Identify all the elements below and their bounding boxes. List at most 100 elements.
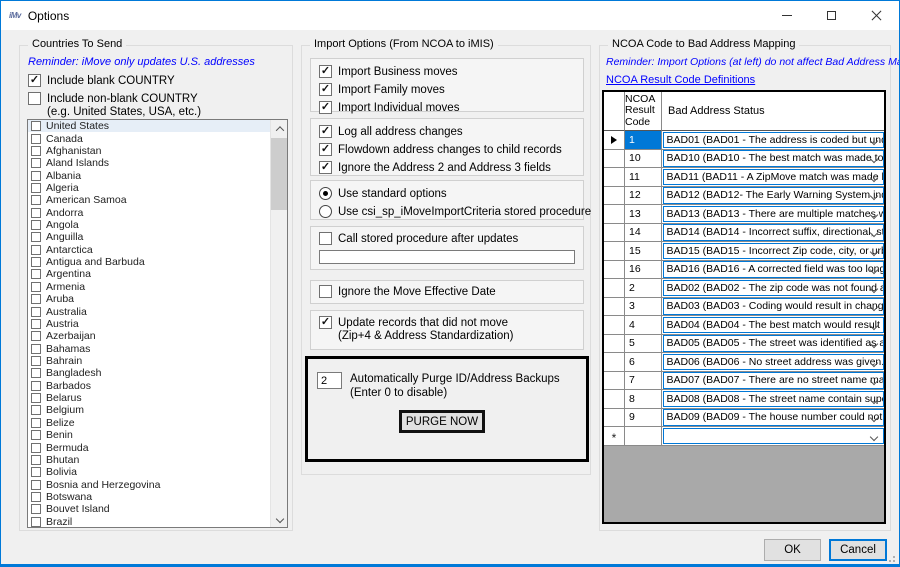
resize-grip[interactable] xyxy=(887,554,895,562)
row-header-cell[interactable] xyxy=(604,372,625,391)
country-list-item[interactable]: Argentina xyxy=(28,268,270,280)
checkbox-icon[interactable] xyxy=(31,331,41,341)
country-list-item[interactable]: Andorra xyxy=(28,207,270,219)
row-header-cell[interactable] xyxy=(604,316,625,335)
checkbox-icon[interactable] xyxy=(31,356,41,366)
country-list-item[interactable]: Austria xyxy=(28,318,270,330)
checkbox-icon[interactable] xyxy=(319,232,332,245)
checkbox-icon[interactable] xyxy=(31,158,41,168)
bad-address-status-dropdown[interactable]: BAD08 (BAD08 - The street name contain s… xyxy=(663,391,884,408)
bad-address-status-dropdown[interactable] xyxy=(663,428,884,445)
call-stored-proc-checkbox[interactable]: Call stored procedure after updates xyxy=(319,232,575,246)
minimize-button[interactable] xyxy=(764,1,809,30)
country-list-item[interactable]: Belgium xyxy=(28,404,270,416)
scroll-up-button[interactable] xyxy=(271,120,288,137)
checkbox-icon[interactable] xyxy=(319,285,332,298)
ncoa-code-cell[interactable]: 7 xyxy=(625,372,662,391)
ignore-move-date-checkbox[interactable]: Ignore the Move Effective Date xyxy=(319,285,575,299)
country-list-item[interactable]: Armenia xyxy=(28,281,270,293)
bad-address-status-dropdown[interactable]: BAD13 (BAD13 - There are multiple matche… xyxy=(663,206,884,223)
country-list-item[interactable]: Bangladesh xyxy=(28,367,270,379)
country-list-item[interactable]: Australia xyxy=(28,305,270,317)
row-header-cell[interactable] xyxy=(604,335,625,354)
checkbox-icon[interactable] xyxy=(319,316,332,329)
stored-proc-input[interactable] xyxy=(319,250,575,264)
row-header-cell[interactable] xyxy=(604,224,625,243)
row-header-cell[interactable] xyxy=(604,261,625,280)
ncoa-code-cell[interactable]: 11 xyxy=(625,168,662,187)
checkbox-icon[interactable] xyxy=(319,143,332,156)
cancel-button[interactable]: Cancel xyxy=(829,539,887,561)
checkbox-icon[interactable] xyxy=(31,294,41,304)
checkbox-icon[interactable] xyxy=(319,83,332,96)
country-list-item[interactable]: Aland Islands xyxy=(28,157,270,169)
row-header-cell[interactable] xyxy=(604,131,625,150)
update-no-move-checkbox[interactable]: Update records that did not move (Zip+4 … xyxy=(319,316,575,343)
checkbox-icon[interactable] xyxy=(31,381,41,391)
checkbox-icon[interactable] xyxy=(319,161,332,174)
checkbox-icon[interactable] xyxy=(31,257,41,267)
checkbox-icon[interactable] xyxy=(28,74,41,87)
row-header-cell[interactable] xyxy=(604,168,625,187)
row-header-cell[interactable] xyxy=(604,390,625,409)
country-list-item[interactable]: Angola xyxy=(28,219,270,231)
criteria-radio-option[interactable]: Use standard options xyxy=(319,187,575,201)
ncoa-code-cell[interactable]: 5 xyxy=(625,335,662,354)
country-list-item[interactable]: American Samoa xyxy=(28,194,270,206)
checkbox-icon[interactable] xyxy=(31,282,41,292)
ncoa-code-cell[interactable]: 16 xyxy=(625,261,662,280)
row-header-cell[interactable] xyxy=(604,187,625,206)
country-list-item[interactable]: Bolivia xyxy=(28,466,270,478)
bad-address-status-dropdown[interactable]: BAD04 (BAD04 - The best match would resu… xyxy=(663,317,884,334)
close-button[interactable] xyxy=(854,1,899,30)
bad-address-status-dropdown[interactable]: BAD06 (BAD06 - No street address was giv… xyxy=(663,354,884,371)
ncoa-code-cell[interactable]: 12 xyxy=(625,187,662,206)
ncoa-code-cell[interactable]: 13 xyxy=(625,205,662,224)
ncoa-code-cell[interactable]: 15 xyxy=(625,242,662,261)
checkbox-icon[interactable] xyxy=(31,121,41,131)
country-list-item[interactable]: Belarus xyxy=(28,392,270,404)
ncoa-code-cell[interactable]: 6 xyxy=(625,353,662,372)
ncoa-code-cell[interactable]: 3 xyxy=(625,298,662,317)
checkbox-icon[interactable] xyxy=(31,232,41,242)
ncoa-code-cell[interactable]: 4 xyxy=(625,316,662,335)
checkbox-icon[interactable] xyxy=(31,208,41,218)
radio-icon[interactable] xyxy=(319,187,332,200)
country-list-item[interactable]: Antigua and Barbuda xyxy=(28,256,270,268)
ncoa-code-cell[interactable]: 2 xyxy=(625,279,662,298)
row-header-cell[interactable] xyxy=(604,279,625,298)
checkbox-icon[interactable] xyxy=(319,125,332,138)
address-change-option[interactable]: Flowdown address changes to child record… xyxy=(319,143,575,157)
checkbox-icon[interactable] xyxy=(31,269,41,279)
country-list-item[interactable]: Azerbaijan xyxy=(28,330,270,342)
country-list-item[interactable]: Aruba xyxy=(28,293,270,305)
country-list-item[interactable]: Algeria xyxy=(28,182,270,194)
country-list-item[interactable]: Barbados xyxy=(28,380,270,392)
checkbox-icon[interactable] xyxy=(31,183,41,193)
country-list-item[interactable]: Bahrain xyxy=(28,355,270,367)
country-list-item[interactable]: Antarctica xyxy=(28,244,270,256)
row-header-cell[interactable] xyxy=(604,150,625,169)
checkbox-icon[interactable] xyxy=(31,467,41,477)
ncoa-code-cell[interactable]: 8 xyxy=(625,390,662,409)
address-change-option[interactable]: Ignore the Address 2 and Address 3 field… xyxy=(319,161,575,175)
checkbox-icon[interactable] xyxy=(31,319,41,329)
checkbox-icon[interactable] xyxy=(31,134,41,144)
scroll-down-button[interactable] xyxy=(271,510,288,527)
row-header-cell[interactable] xyxy=(604,298,625,317)
scrollbar-thumb[interactable] xyxy=(271,138,288,210)
ncoa-code-cell[interactable]: 1 xyxy=(625,131,662,150)
checkbox-icon[interactable] xyxy=(31,220,41,230)
radio-icon[interactable] xyxy=(319,205,332,218)
checkbox-icon[interactable] xyxy=(31,146,41,156)
bad-address-status-dropdown[interactable]: BAD07 (BAD07 - There are no street name … xyxy=(663,372,884,389)
purge-now-button[interactable]: PURGE NOW xyxy=(399,410,485,433)
country-list[interactable]: United StatesCanadaAfghanistanAland Isla… xyxy=(27,119,288,528)
country-list-item[interactable]: Albania xyxy=(28,169,270,181)
country-list-item[interactable]: Bosnia and Herzegovina xyxy=(28,478,270,490)
address-change-option[interactable]: Log all address changes xyxy=(319,125,575,139)
bad-address-status-dropdown[interactable]: BAD02 (BAD02 - The zip code was not foun… xyxy=(663,280,884,297)
title-bar[interactable]: iMv Options xyxy=(1,1,899,30)
bad-address-status-dropdown[interactable]: BAD12 (BAD12- The Early Warning System i… xyxy=(663,187,884,204)
checkbox-icon[interactable] xyxy=(319,65,332,78)
